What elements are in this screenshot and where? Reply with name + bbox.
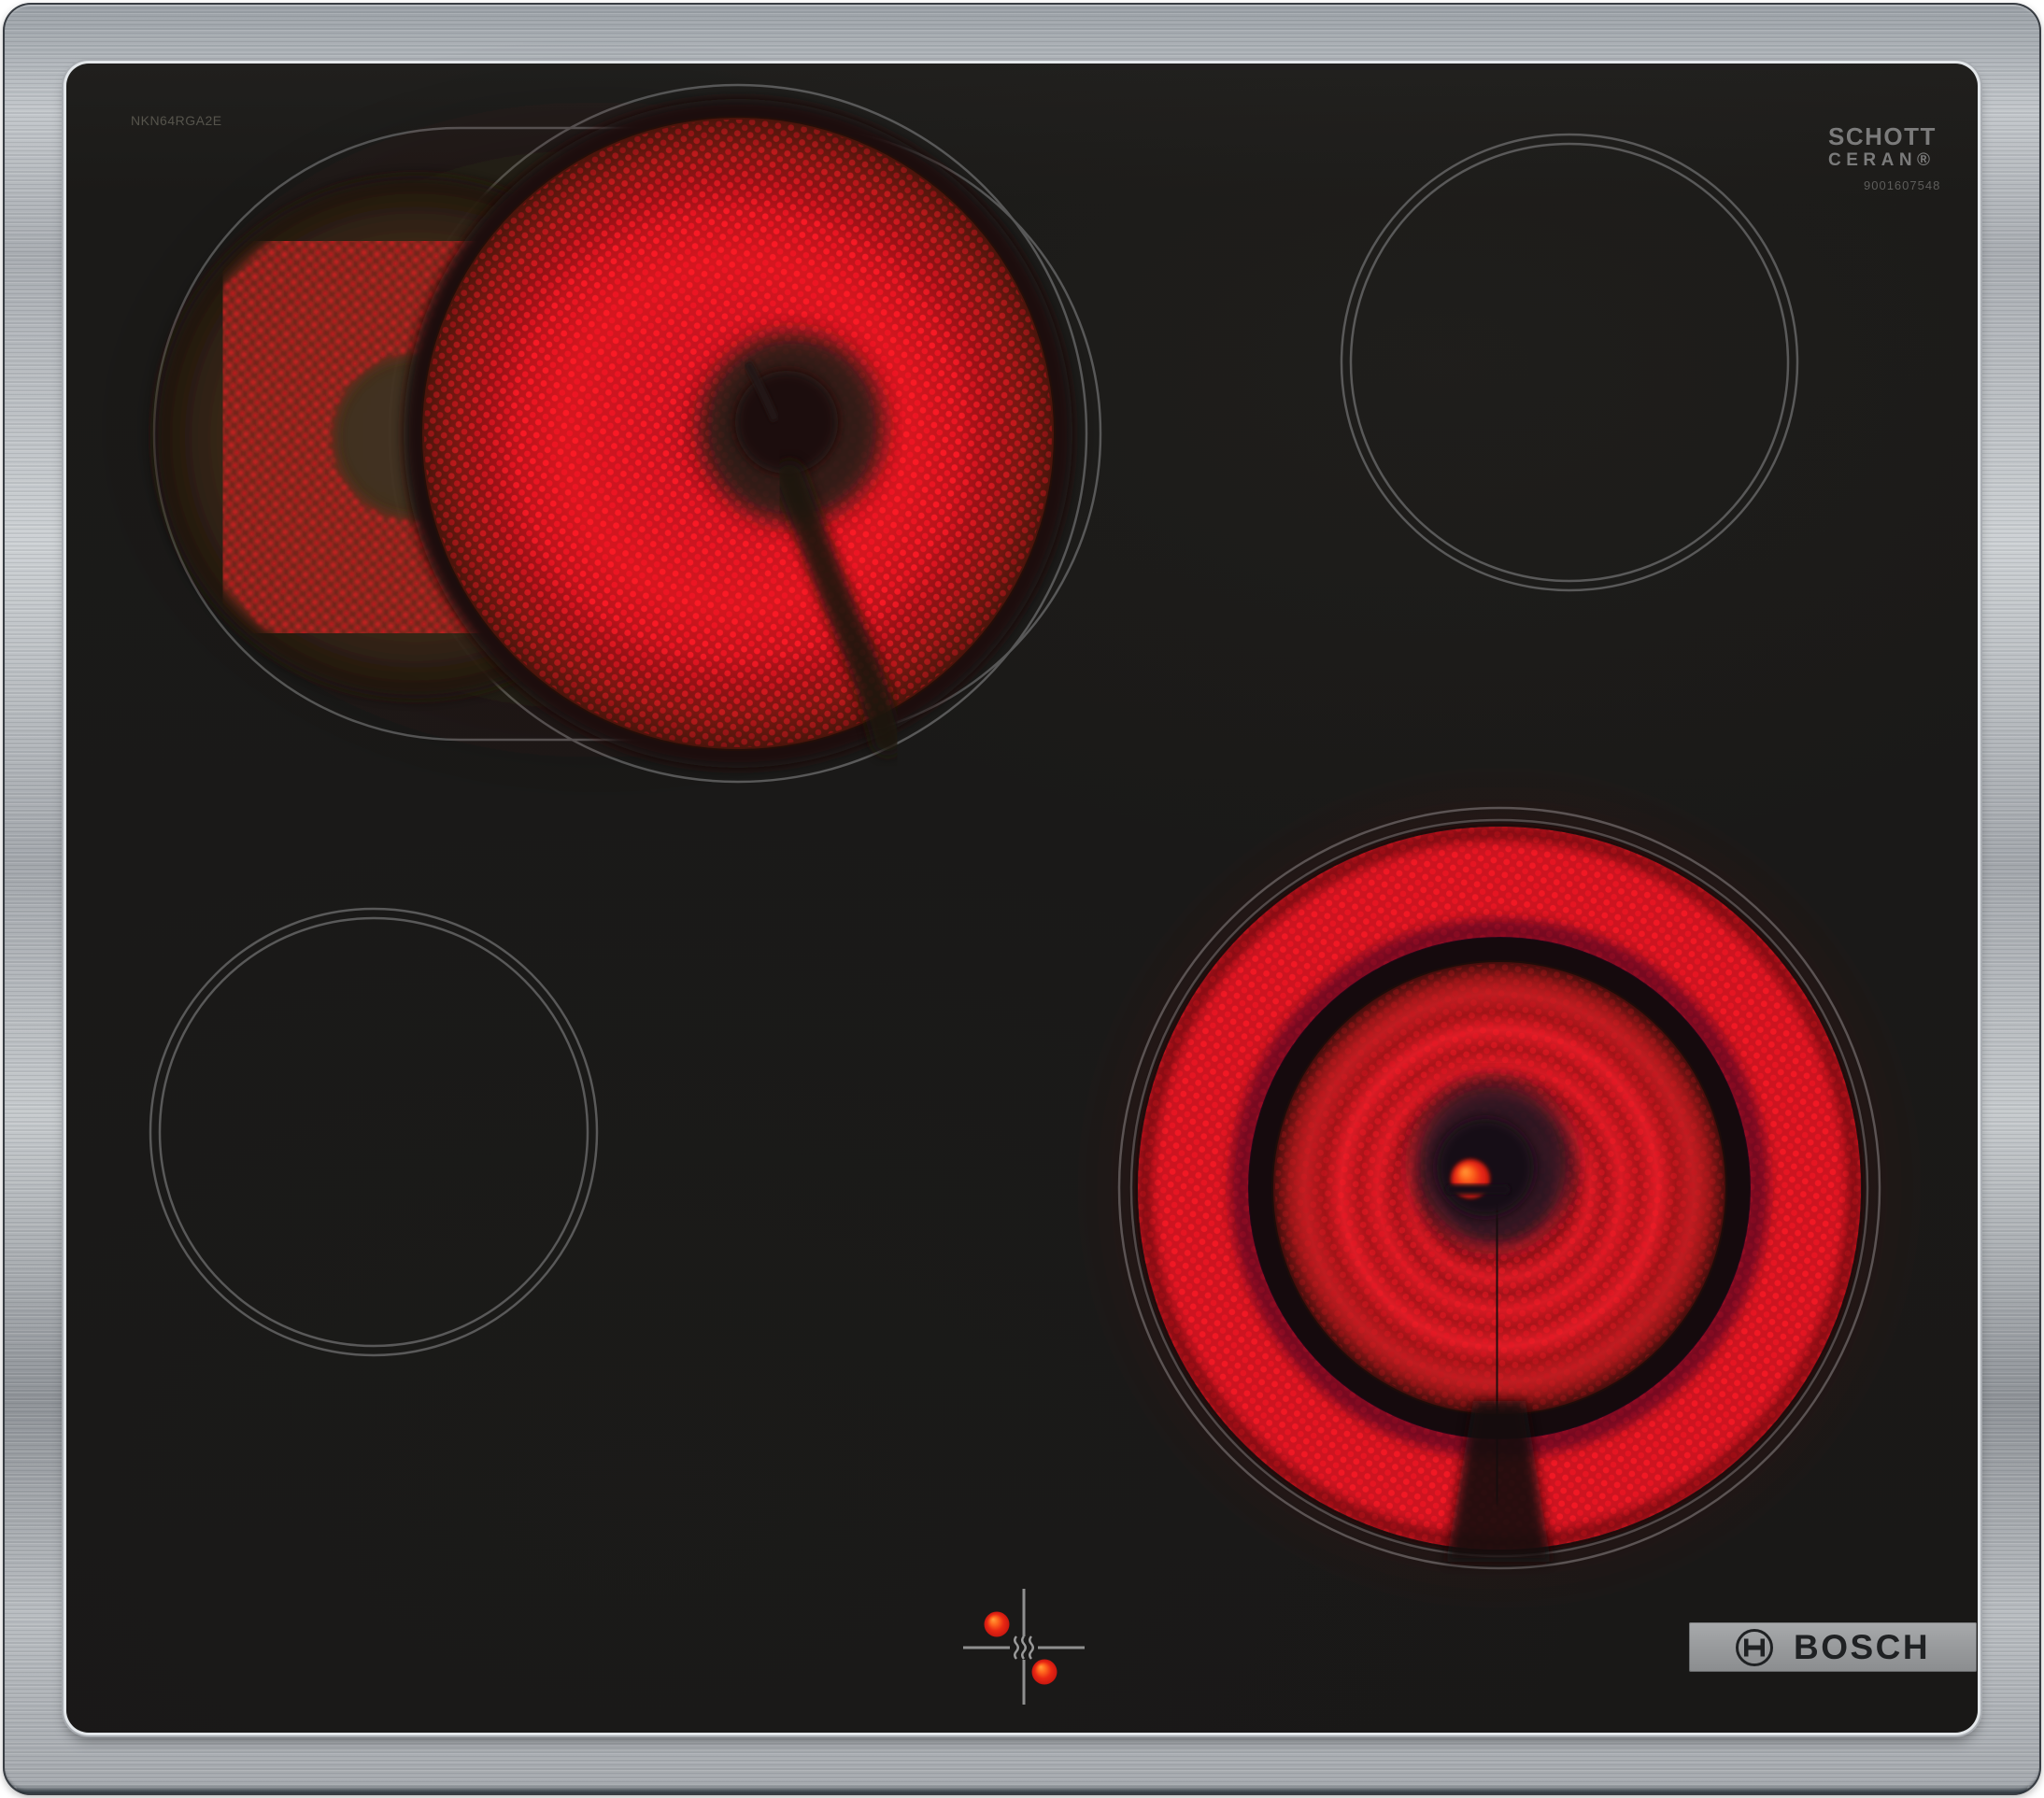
bosch-badge: BOSCH	[1689, 1622, 1977, 1672]
model-number-label: NKN64RGA2E	[131, 113, 222, 128]
schott-ceran-logo: SCHOTT CERAN®	[1828, 124, 1937, 169]
bosch-wordmark: BOSCH	[1794, 1627, 1931, 1666]
schott-ceran-logo-line2: CERAN®	[1828, 150, 1936, 170]
ceramic-glass-surface	[66, 64, 1978, 1733]
schott-ceran-logo-line1: SCHOTT	[1828, 122, 1937, 150]
serial-number-label: 9001607548	[1864, 178, 1941, 192]
bosch-armature-icon	[1736, 1628, 1773, 1666]
